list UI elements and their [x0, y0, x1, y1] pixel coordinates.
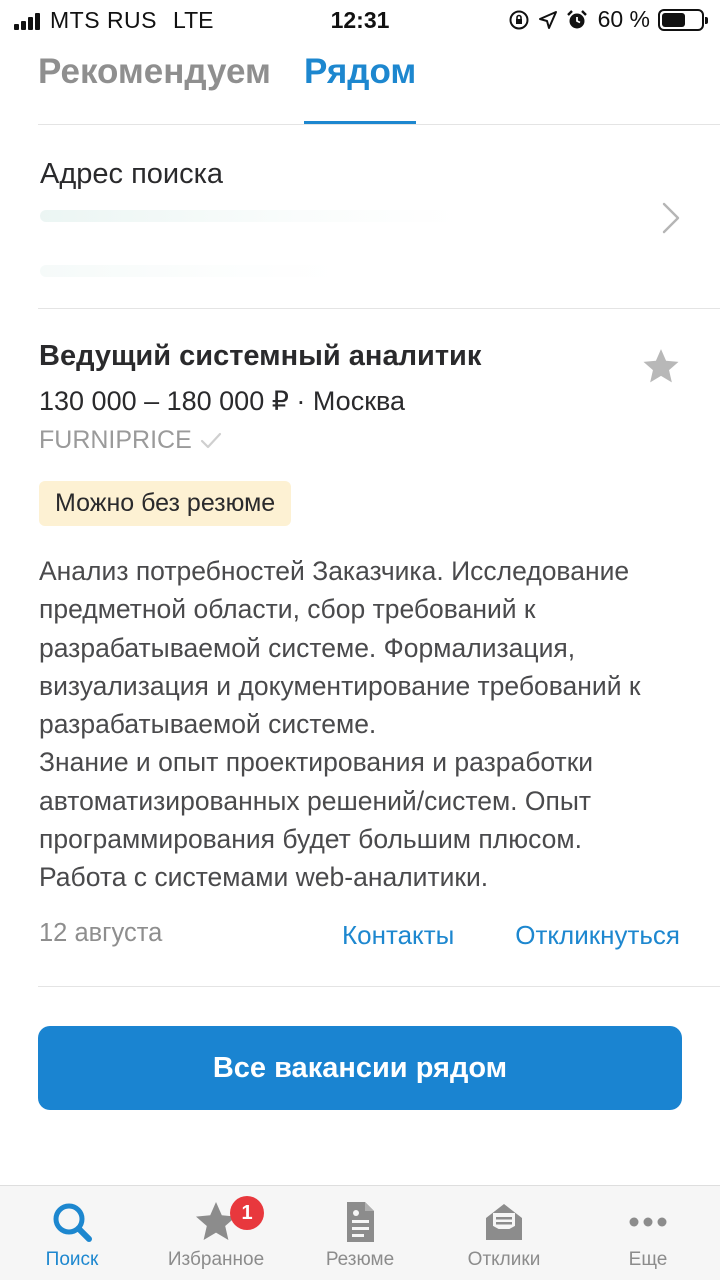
tab-bar: Рекомендуем Рядом [38, 50, 417, 125]
nav-search[interactable]: Поиск [0, 1186, 144, 1280]
favorites-count-badge: 1 [230, 1196, 264, 1230]
nav-label: Поиск [45, 1249, 99, 1270]
all-nearby-vacancies-button[interactable]: Все вакансии рядом [38, 1026, 682, 1110]
star-icon[interactable] [640, 346, 682, 388]
nav-label: Избранное [167, 1249, 265, 1270]
battery-percent: 60 % [597, 6, 650, 32]
nav-label: Отклики [467, 1249, 541, 1270]
checkmark-icon [200, 432, 221, 448]
description-line: предметной области, сбор требований к [39, 594, 536, 625]
address-value-hidden [40, 210, 460, 222]
vacancy-date: 12 августа [39, 919, 163, 947]
address-value-hidden [40, 265, 340, 277]
orientation-lock-icon [509, 10, 529, 29]
divider [38, 308, 720, 309]
battery-fill [662, 12, 685, 27]
address-title: Адрес поиска [40, 158, 224, 190]
no-resume-badge: Можно без резюме [39, 481, 292, 526]
nav-resume[interactable]: Резюме [288, 1186, 432, 1280]
respond-link[interactable]: Откликнуться [515, 920, 680, 951]
nav-responses[interactable]: Отклики [432, 1186, 576, 1280]
nav-favorites[interactable]: Избранное [144, 1186, 288, 1280]
inbox-icon [486, 1204, 522, 1240]
tab-nearby[interactable]: Рядом [303, 50, 417, 125]
vacancy-description: Анализ потребностей Заказчика. Исследова… [39, 552, 689, 897]
tab-recommended[interactable]: Рекомендуем [38, 50, 271, 125]
location-icon [538, 10, 557, 29]
salary-location: 130 000 – 180 000 ₽ · Москва [39, 386, 406, 416]
status-right: 60 % [500, 6, 708, 33]
nav-label: Резюме [325, 1249, 395, 1270]
description-line: Анализ потребностей Заказчика. Исследова… [39, 556, 630, 586]
description-line: визуализация и документирование требован… [39, 670, 641, 701]
bottom-nav: Поиск Избранное 1 Резюме Отклики Еще [0, 1185, 720, 1280]
battery-icon [658, 8, 708, 31]
contacts-link[interactable]: Контакты [342, 920, 454, 951]
description-line: разрабатываемой системе. Формализация, [39, 632, 576, 663]
nav-more[interactable]: Еще [576, 1186, 720, 1280]
company-name: FURNIPRICE [39, 426, 192, 454]
nav-label: Еще [628, 1249, 668, 1270]
alarm-icon [566, 9, 587, 28]
document-icon [347, 1202, 374, 1242]
search-address-row[interactable]: Адрес поиска [38, 125, 682, 308]
more-icon [629, 1217, 667, 1227]
description-line: автоматизированных решений/систем. Опыт [39, 785, 592, 816]
description-line: Знание и опыт проектирования и разработк… [39, 747, 594, 778]
description-line: разрабатываемой системе. [39, 709, 377, 740]
chevron-right-icon [662, 202, 680, 234]
description-line: программирования будет большим плюсом. [39, 824, 582, 855]
status-bar: MTS RUS LTE 12:31 60 % [0, 0, 720, 40]
company[interactable]: FURNIPRICE [39, 426, 222, 455]
divider [38, 986, 720, 987]
description-line: Работа с системами web-аналитики. [39, 862, 489, 893]
vacancy-title[interactable]: Ведущий системный аналитик [39, 340, 481, 373]
search-icon [53, 1203, 92, 1242]
